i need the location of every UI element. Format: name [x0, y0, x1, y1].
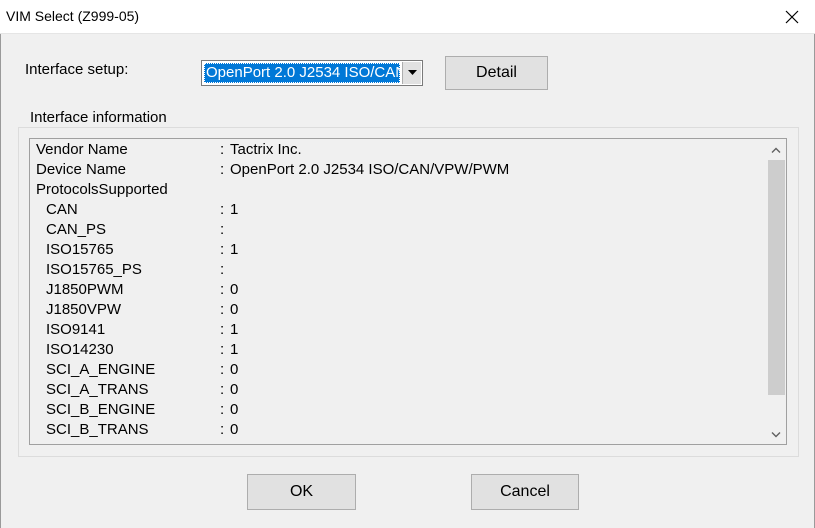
info-row-value: 1 [230, 341, 239, 358]
info-row: SCI_A_TRANS:0 [30, 380, 766, 400]
interface-setup-selected-value: OpenPort 2.0 J2534 ISO/CAN/VPW/PWM [204, 63, 400, 83]
info-row-key: ISO15765 [46, 241, 114, 258]
interface-setup-label: Interface setup: [25, 61, 129, 78]
info-row-key: J1850VPW [46, 301, 122, 318]
info-row-separator: : [220, 421, 225, 438]
info-row-key: J1850PWM [46, 281, 124, 298]
info-row-key: ProtocolsSupported [36, 181, 168, 198]
info-row: SCI_B_ENGINE:0 [30, 400, 766, 420]
chevron-up-icon [771, 147, 781, 153]
info-row: SCI_A_ENGINE:0 [30, 360, 766, 380]
info-row-key: CAN_PS [46, 221, 107, 238]
info-row-value: 0 [230, 281, 239, 298]
info-row-separator: : [220, 221, 225, 238]
info-row-key: SCI_A_TRANS [46, 381, 149, 398]
info-row-key: Vendor Name [36, 141, 128, 158]
info-row-key: ISO9141 [46, 321, 106, 338]
info-row: Vendor Name: Tactrix Inc. [30, 140, 766, 160]
chevron-down-icon [771, 431, 781, 437]
title-bar[interactable]: VIM Select (Z999-05) [0, 0, 815, 34]
info-row-separator: : [220, 281, 225, 298]
info-row-value: 0 [230, 381, 239, 398]
info-row: ISO15765_PS: [30, 260, 766, 280]
info-row-key: SCI_B_TRANS [46, 421, 149, 438]
info-row-separator: : [220, 321, 225, 338]
info-row: ProtocolsSupported [30, 180, 766, 200]
info-row-separator: : [220, 341, 225, 358]
info-row: ISO14230:1 [30, 340, 766, 360]
info-row: SCI_B_TRANS:0 [30, 420, 766, 440]
info-row-value: 1 [230, 201, 239, 218]
close-icon [785, 10, 799, 23]
cancel-button[interactable]: Cancel [471, 474, 579, 510]
detail-button[interactable]: Detail [445, 56, 548, 90]
vertical-scrollbar[interactable] [766, 139, 786, 444]
info-row-value: 0 [230, 301, 239, 318]
info-row-separator: : [220, 381, 225, 398]
info-row-key: Device Name [36, 161, 127, 178]
info-row-separator: : [220, 401, 225, 418]
info-row-separator: : [220, 141, 225, 158]
scroll-up-button[interactable] [766, 141, 786, 158]
info-row: Device Name: OpenPort 2.0 J2534 ISO/CAN/V… [30, 160, 766, 180]
info-row-key: SCI_B_ENGINE [46, 401, 156, 418]
info-row: ISO15765:1 [30, 240, 766, 260]
info-row-key: SCI_A_ENGINE [46, 361, 156, 378]
info-row: J1850VPW:0 [30, 300, 766, 320]
interface-information-legend: Interface information [28, 109, 169, 126]
dropdown-toggle-button[interactable] [402, 62, 421, 84]
info-row-separator: : [220, 241, 225, 258]
info-row: CAN_PS: [30, 220, 766, 240]
scrollbar-thumb[interactable] [768, 160, 785, 395]
info-row: CAN:1 [30, 200, 766, 220]
info-row-value: 0 [230, 401, 239, 418]
close-button[interactable] [769, 0, 815, 33]
info-row-key: ISO15765_PS [46, 261, 142, 278]
info-row-key: ISO14230 [46, 341, 114, 358]
info-row-separator: : [220, 201, 225, 218]
info-row-separator: : [220, 301, 225, 318]
info-row: J1850PWM:0 [30, 280, 766, 300]
info-row-separator: : [220, 361, 225, 378]
info-row-separator: : [220, 161, 225, 178]
info-row-value: OpenPort 2.0 J2534 ISO/CAN/VPW/PWM [230, 161, 510, 178]
info-row-value: 1 [230, 321, 239, 338]
window-border-left [0, 34, 1, 528]
info-row-value: 0 [230, 361, 239, 378]
window-title: VIM Select (Z999-05) [6, 8, 140, 24]
info-row-key: CAN [46, 201, 78, 218]
scroll-down-button[interactable] [766, 426, 786, 443]
info-row-separator: : [220, 261, 225, 278]
chevron-down-icon [407, 70, 417, 75]
info-row-value: Tactrix Inc. [230, 141, 302, 158]
info-row-value: 1 [230, 241, 239, 258]
ok-button[interactable]: OK [247, 474, 356, 510]
interface-setup-dropdown[interactable]: OpenPort 2.0 J2534 ISO/CAN/VPW/PWM [201, 60, 423, 86]
interface-information-list[interactable]: Vendor Name: Tactrix Inc. Device Name: Open… [29, 138, 787, 445]
info-row-value: 0 [230, 421, 239, 438]
info-row: ISO9141:1 [30, 320, 766, 340]
